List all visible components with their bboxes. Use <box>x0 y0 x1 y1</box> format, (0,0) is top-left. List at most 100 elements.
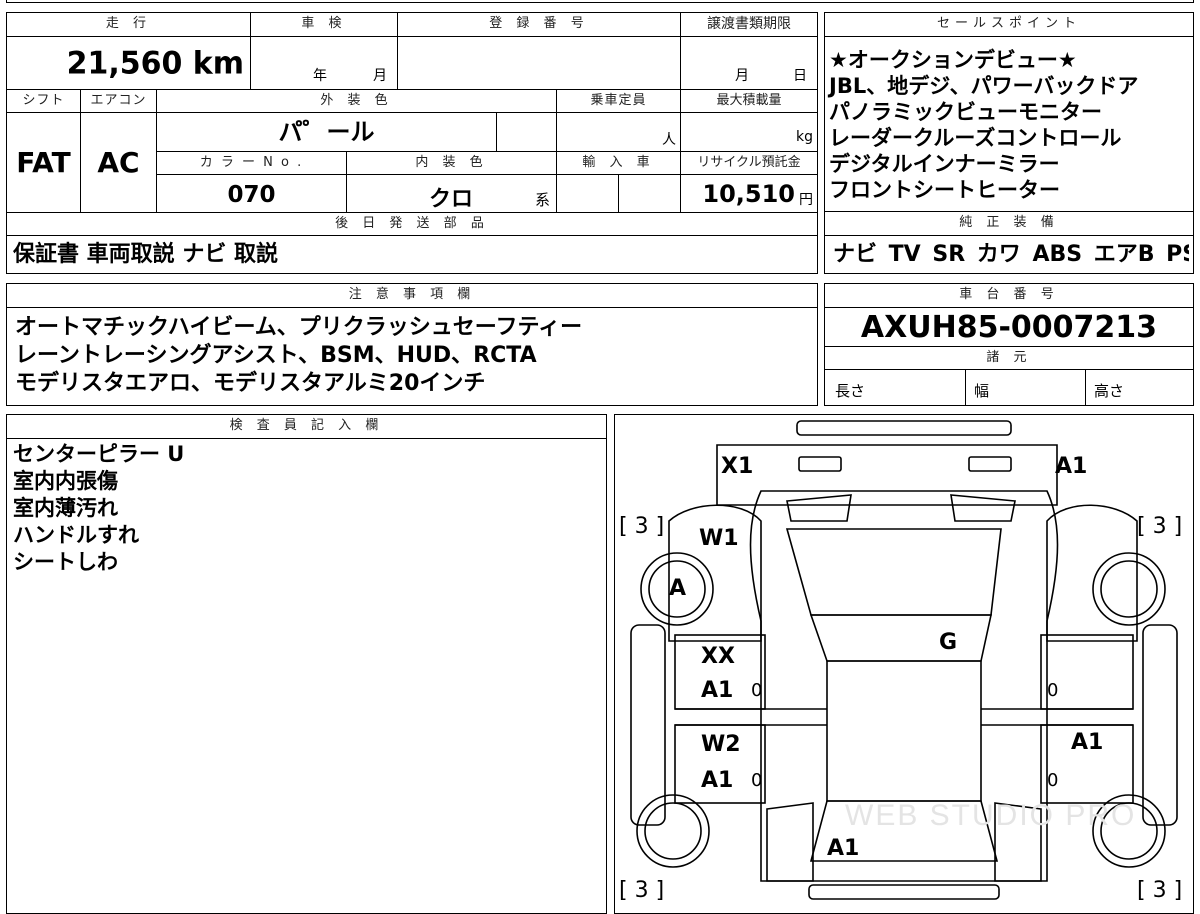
mileage-value: 21,560 km <box>66 45 244 82</box>
roof <box>826 660 982 802</box>
chassis-number: AXUH85-0007213 <box>860 310 1158 345</box>
genuine-equipment-header: 純 正 装 備 <box>825 212 1193 236</box>
width-label: 幅 <box>974 382 990 400</box>
mileage-header: 走 行 <box>7 13 250 37</box>
windshield <box>785 528 1002 616</box>
tire-rear-left-inner <box>644 802 702 860</box>
rocker-right <box>1142 624 1178 826</box>
inspection-value-cell: 年 月 <box>250 37 397 89</box>
top-strip <box>6 0 1194 3</box>
transfer-day-label: 日 <box>793 68 807 84</box>
tire-front-right-inner <box>1100 560 1158 618</box>
maxload-header: 最大積載量 <box>680 89 817 113</box>
capacity-unit: 人 <box>662 132 676 148</box>
mark-a1-left-door-front: A1 <box>701 678 734 703</box>
tire-rear-left <box>636 794 710 868</box>
maxload-value-cell: kg <box>680 113 817 151</box>
tire-front-right <box>1092 552 1166 626</box>
ac-value: AC <box>80 113 156 212</box>
later-parts-value: 保証書 車両取説 ナビ 取説 <box>13 242 278 267</box>
inspection-year-label: 年 <box>313 68 327 84</box>
exterior-sub-cell <box>496 113 556 151</box>
mark-xx: XX <box>701 644 735 669</box>
width-cell: 幅 <box>965 370 1085 405</box>
inspector-line-2: 室内内張傷 <box>13 469 118 493</box>
rear-fender-left <box>766 802 814 882</box>
ac-header: エアコン <box>80 89 156 113</box>
sales-point-line-2: JBL、地デジ、パワーバックドア <box>829 74 1139 98</box>
note-line-1: オートマチックハイビーム、プリクラッシュセーフティー <box>15 315 583 340</box>
inspector-line-4: ハンドルすれ <box>13 523 139 547</box>
tire-tread-rear-right: [ 3 ] <box>1137 878 1183 903</box>
color-no-header: カ ラ ー N o . <box>156 151 346 175</box>
interior-value-cell: クロ 系 <box>346 175 556 212</box>
rear-bumper <box>808 884 1000 900</box>
sales-point-line-6: フロントシートヒーター <box>829 178 1060 202</box>
recycle-unit: 円 <box>799 192 813 208</box>
headlight-left <box>798 456 842 472</box>
windshield-lower <box>809 614 992 662</box>
sales-points-panel: セールスポイント ★オークションデビュー★ JBL、地デジ、パワーバックドア パ… <box>824 12 1194 212</box>
mark-x1: X1 <box>721 454 754 479</box>
notes-header: 注 意 事 項 欄 <box>7 284 817 308</box>
mark-zero-1: 0 <box>751 680 763 701</box>
recycle-value-cell: 10,510 円 <box>680 175 817 212</box>
mark-a1-rear: A1 <box>827 836 860 861</box>
recycle-header: リサイクル預託金 <box>680 151 817 175</box>
chassis-header: 車 台 番 号 <box>825 284 1193 308</box>
mark-a1-left-door-rear: A1 <box>701 768 734 793</box>
transfer-header: 譲渡書類期限 <box>680 13 817 37</box>
genuine-equipment-panel: 純 正 装 備 ナビ TV SR カワ ABS エアB PS PW <box>824 211 1194 274</box>
watermark-text: WEB STUDIO PRO <box>845 799 1137 832</box>
mark-zero-3: 0 <box>751 770 763 791</box>
inspection-header: 車 検 <box>250 13 397 37</box>
capacity-header: 乗車定員 <box>556 89 680 113</box>
mark-g: G <box>939 630 958 655</box>
mark-w2: W2 <box>701 732 741 757</box>
color-no-value: 070 <box>156 175 346 212</box>
inspector-header: 検 査 員 記 入 欄 <box>7 415 606 439</box>
sales-point-line-5: デジタルインナーミラー <box>829 152 1060 176</box>
mark-a1-front: A1 <box>1055 454 1088 479</box>
genuine-equipment-value: ナビ TV SR カワ ABS エアB PS PW <box>833 242 1189 267</box>
tire-tread-rear-left: [ 3 ] <box>619 878 665 903</box>
mark-a-circle: A <box>669 576 687 601</box>
exterior-header: 外 装 色 <box>156 89 556 113</box>
sales-points-header: セールスポイント <box>825 13 1193 37</box>
length-label: 長さ <box>835 382 866 400</box>
interior-header: 内 装 色 <box>346 151 556 175</box>
transfer-value-cell: 月 日 <box>680 37 817 89</box>
chassis-panel: 車 台 番 号 AXUH85-0007213 諸 元 長さ 幅 高さ <box>824 283 1194 406</box>
import-value-cell-2 <box>618 175 680 212</box>
tire-tread-front-left: [ 3 ] <box>619 514 665 539</box>
recycle-value: 10,510 <box>702 180 795 208</box>
exterior-value: パ゜ール <box>156 113 496 151</box>
inspector-panel: 検 査 員 記 入 欄 センターピラー U 室内内張傷 室内薄汚れ ハンドルすれ… <box>6 414 607 914</box>
front-bumper <box>796 420 1012 436</box>
hood-outline <box>716 444 1058 506</box>
sales-point-line-1: ★オークションデビュー★ <box>829 48 1077 72</box>
mark-zero-4: 0 <box>1047 770 1059 791</box>
mark-a1-right-door-rear: A1 <box>1071 730 1104 755</box>
cowl-left <box>786 494 852 522</box>
note-line-2: レーントレーシングアシスト、BSM、HUD、RCTA <box>15 343 537 368</box>
height-cell: 高さ <box>1085 370 1193 405</box>
interior-value: クロ <box>429 187 474 212</box>
inspector-line-3: 室内薄汚れ <box>13 496 118 520</box>
later-parts-header: 後 日 発 送 部 品 <box>7 212 817 236</box>
specs-header: 諸 元 <box>825 346 1193 370</box>
cowl-right <box>950 494 1016 522</box>
registration-value-cell <box>397 37 680 89</box>
rocker-left <box>630 624 666 826</box>
shift-header: シフト <box>7 89 80 113</box>
maxload-unit: kg <box>796 129 813 145</box>
inspector-line-5: シートしわ <box>13 550 118 574</box>
capacity-value-cell: 人 <box>556 113 680 151</box>
shift-value: FAT <box>16 146 71 179</box>
import-header: 輸 入 車 <box>556 151 680 175</box>
notes-panel: 注 意 事 項 欄 オートマチックハイビーム、プリクラッシュセーフティー レーン… <box>6 283 818 406</box>
front-fender-right <box>1046 504 1138 642</box>
tire-tread-front-right: [ 3 ] <box>1137 514 1183 539</box>
car-diagram-panel: [ 3 ] [ 3 ] [ 3 ] [ 3 ] X1 A1 W1 A G XX … <box>614 414 1194 914</box>
registration-header: 登 録 番 号 <box>397 13 680 37</box>
